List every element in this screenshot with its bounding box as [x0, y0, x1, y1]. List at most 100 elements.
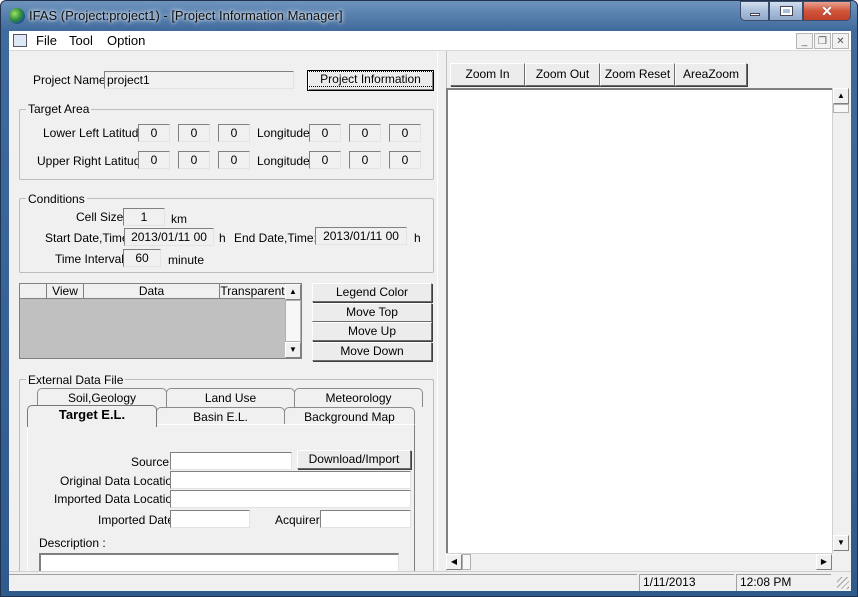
original-data-location-label: Original Data Location:: [60, 474, 183, 488]
upper-right-lon-deg[interactable]: 0: [309, 151, 341, 169]
tab-target-el[interactable]: Target E.L.: [27, 405, 157, 427]
time-interval-unit: minute: [168, 253, 205, 267]
status-bar: 1/11/2013 12:08 PM: [9, 571, 851, 591]
lower-left-lat-min[interactable]: 0: [178, 124, 210, 142]
lower-left-lon-sec[interactable]: 0: [389, 124, 421, 142]
tab-meteorology[interactable]: Meteorology: [294, 388, 423, 407]
cell-size-field[interactable]: 1: [123, 208, 165, 226]
minimize-icon: [749, 12, 760, 16]
upper-right-lon-sec[interactable]: 0: [389, 151, 421, 169]
cell-size-unit: km: [171, 212, 187, 226]
cell-size-label: Cell Size :: [76, 210, 131, 224]
grid-header: View Data Transparent: [20, 284, 285, 299]
grid-col-transparent[interactable]: Transparent: [220, 284, 285, 299]
imported-data-location-label: Imported Data Location:: [54, 492, 183, 506]
description-label: Description :: [39, 536, 106, 550]
window-title: IFAS (Project:project1) - [Project Infor…: [29, 8, 343, 23]
zoom-reset-button[interactable]: Zoom Reset: [600, 63, 675, 86]
map-hscroll-thumb[interactable]: [462, 554, 471, 570]
download-import-button[interactable]: Download/Import: [297, 450, 411, 469]
upper-right-longitude-label: Longitude:: [257, 154, 314, 168]
layer-grid[interactable]: View Data Transparent ▲ ▼: [19, 283, 302, 359]
tab-land-use[interactable]: Land Use: [166, 388, 295, 407]
map-scroll-right-arrow-icon[interactable]: ▶: [816, 554, 832, 570]
map-scroll-left-arrow-icon[interactable]: ◀: [446, 554, 462, 570]
map-vertical-scrollbar[interactable]: ▲ ▼: [832, 88, 849, 553]
move-up-button[interactable]: Move Up: [312, 322, 432, 341]
external-data-label: External Data File: [26, 373, 126, 387]
project-information-button[interactable]: Project Information: [307, 70, 434, 91]
mdi-restore-button[interactable]: ❐: [814, 33, 831, 49]
area-zoom-button[interactable]: AreaZoom: [675, 63, 747, 86]
target-area-label: Target Area: [26, 102, 92, 116]
maximize-icon: [779, 6, 793, 16]
mdi-minimize-button[interactable]: _: [796, 33, 813, 49]
lower-left-latitude-label: Lower Left Latitude:: [43, 126, 149, 140]
title-bar[interactable]: IFAS (Project:project1) - [Project Infor…: [1, 1, 857, 31]
lower-left-lon-min[interactable]: 0: [349, 124, 381, 142]
description-field[interactable]: [39, 553, 399, 573]
lower-left-lon-deg[interactable]: 0: [309, 124, 341, 142]
client-area: File Tool Option _ ❐ ✕ Project Name: pro…: [9, 31, 851, 591]
project-name-field[interactable]: project1: [104, 71, 294, 89]
legend-color-button[interactable]: Legend Color: [312, 283, 432, 302]
map-scroll-down-arrow-icon[interactable]: ▼: [833, 535, 849, 551]
grid-col-view[interactable]: View: [47, 284, 84, 299]
acquirer-label: Acquirer:: [275, 513, 324, 527]
lower-left-lat-deg[interactable]: 0: [138, 124, 170, 142]
imported-date-field[interactable]: [170, 510, 250, 528]
menu-file[interactable]: File: [36, 33, 57, 48]
grid-col-data[interactable]: Data: [84, 284, 220, 299]
scroll-up-arrow-icon[interactable]: ▲: [285, 284, 301, 300]
project-information-button-label: Project Information: [307, 71, 434, 87]
map-viewer-canvas[interactable]: [446, 88, 833, 553]
move-down-button[interactable]: Move Down: [312, 342, 432, 361]
grid-scroll-thumb[interactable]: [285, 300, 301, 342]
zoom-out-button[interactable]: Zoom Out: [525, 63, 600, 86]
conditions-label: Conditions: [26, 192, 87, 206]
grid-vertical-scrollbar[interactable]: ▲ ▼: [285, 284, 301, 358]
end-date-unit: h: [414, 231, 421, 245]
status-time: 12:08 PM: [736, 574, 831, 591]
close-icon: ✕: [821, 2, 833, 19]
project-name-label: Project Name:: [33, 73, 110, 87]
upper-right-lat-sec[interactable]: 0: [218, 151, 250, 169]
maximize-button[interactable]: [769, 1, 803, 21]
acquirer-field[interactable]: [320, 510, 411, 528]
end-date-field[interactable]: 2013/01/11 00: [315, 227, 407, 245]
start-date-unit: h: [219, 231, 226, 245]
upper-right-lat-deg[interactable]: 0: [138, 151, 170, 169]
time-interval-field[interactable]: 60: [123, 249, 161, 267]
minimize-button[interactable]: [740, 1, 769, 21]
grid-col-selector[interactable]: [20, 284, 47, 299]
target-area-group: [19, 109, 434, 180]
start-date-field[interactable]: 2013/01/11 00: [124, 228, 214, 246]
map-horizontal-scrollbar[interactable]: ◀ ▶: [446, 553, 832, 570]
upper-right-lat-min[interactable]: 0: [178, 151, 210, 169]
status-panel-main: [9, 574, 637, 591]
map-scroll-up-arrow-icon[interactable]: ▲: [833, 88, 849, 104]
lower-left-lat-sec[interactable]: 0: [218, 124, 250, 142]
lower-left-longitude-label: Longitude:: [257, 126, 314, 140]
resize-grip-icon[interactable]: [837, 577, 849, 589]
imported-date-label: Imported Date:: [98, 513, 178, 527]
end-date-label: End Date,Time:: [234, 231, 317, 245]
move-top-button[interactable]: Move Top: [312, 303, 432, 322]
scroll-down-arrow-icon[interactable]: ▼: [285, 342, 301, 358]
map-vscroll-thumb[interactable]: [833, 104, 849, 113]
menu-tool[interactable]: Tool: [69, 33, 93, 48]
mdi-close-button[interactable]: ✕: [832, 33, 849, 49]
application-window: IFAS (Project:project1) - [Project Infor…: [0, 0, 858, 597]
close-button[interactable]: ✕: [803, 1, 851, 21]
minimize-icon: _: [801, 35, 808, 47]
upper-right-lon-min[interactable]: 0: [349, 151, 381, 169]
original-data-location-field[interactable]: [170, 471, 411, 489]
zoom-in-button[interactable]: Zoom In: [450, 63, 525, 86]
status-date: 1/11/2013: [639, 574, 734, 591]
source-field[interactable]: [170, 452, 292, 470]
document-icon[interactable]: [13, 34, 27, 47]
app-globe-icon: [9, 8, 25, 24]
imported-data-location-field[interactable]: [170, 490, 411, 508]
start-date-label: Start Date,Time:: [45, 231, 132, 245]
menu-option[interactable]: Option: [107, 33, 145, 48]
